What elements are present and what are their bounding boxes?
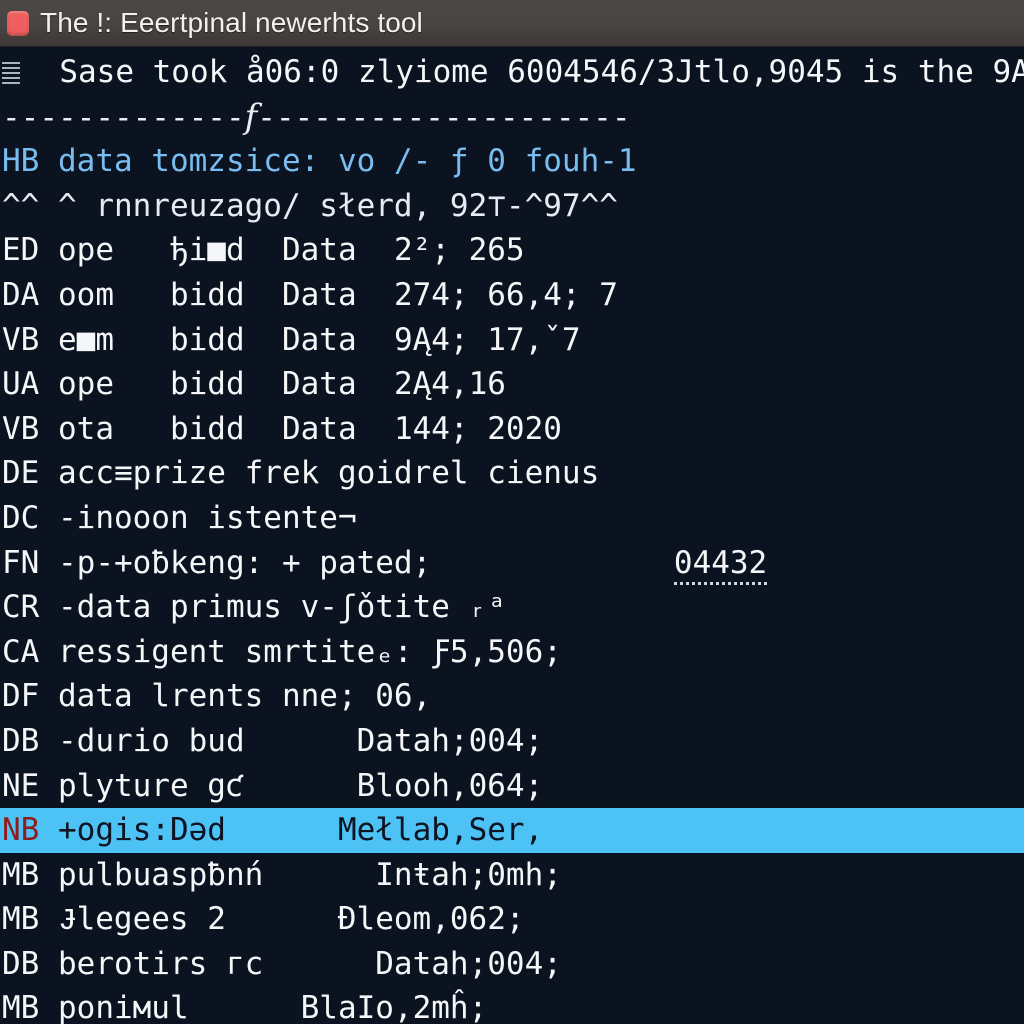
row-body: ota bidd Data bbox=[39, 410, 394, 447]
table-row[interactable]: MB pulbuaspƀnń Inŧah;0mh; bbox=[0, 853, 1024, 898]
table-row[interactable]: FN -p-+oƀkeng: + pated; 04432 bbox=[0, 541, 1024, 586]
table-row[interactable]: DC -inooon istente¬ bbox=[0, 496, 1024, 541]
table-row[interactable]: DF data lrents nne; 06, bbox=[0, 674, 1024, 719]
separator-row: -------------f-------------------- bbox=[0, 95, 1024, 140]
row-value: 004; bbox=[487, 945, 562, 982]
row-tag: VB bbox=[2, 410, 40, 447]
separator-mark: f bbox=[244, 96, 258, 137]
row-tag: ED bbox=[2, 232, 40, 269]
row-tag: FN bbox=[2, 544, 40, 581]
row-value: 064; bbox=[468, 767, 544, 804]
table-row[interactable]: MB Ɉlegees 2 Đleom,062; bbox=[0, 897, 1024, 942]
row-value: 144; 2020 bbox=[393, 410, 562, 447]
table-row[interactable]: DB berotirs гс Datah;004; bbox=[0, 942, 1024, 987]
row-tag: MB bbox=[2, 990, 40, 1024]
row-tag: VB bbox=[2, 321, 40, 358]
row-value: 04432 bbox=[673, 544, 768, 585]
row-body: e■m bidd Data bbox=[39, 321, 394, 358]
row-body: pulbuaspƀnń Inŧah; bbox=[39, 856, 488, 893]
row-body: data lrents nne; 06, bbox=[39, 678, 432, 715]
row-tag: UA bbox=[2, 366, 40, 403]
row-body: ope ђi■d Data bbox=[39, 232, 394, 269]
row-body: Ɉlegees 2 Đleom, bbox=[39, 901, 450, 938]
row-value: 9Ą4; 17,ˇ7 bbox=[393, 321, 581, 358]
row-value: 0mh; bbox=[487, 856, 562, 893]
row-tag: CA bbox=[2, 633, 40, 670]
table-row[interactable]: CA ressigent smrtiteₑ: Ƒ5,506; bbox=[0, 630, 1024, 675]
column-header-text: ^^ ^ rnnreuzago/ słerd, 92⊤-^97^^ bbox=[2, 187, 618, 224]
row-body: plyture gƈ Blooh, bbox=[39, 767, 469, 804]
table-row[interactable]: DB -durio bud Datah;004; bbox=[0, 719, 1024, 764]
table-row[interactable]: CR -data primus v-ʃǒtite ᵣᵃ bbox=[0, 585, 1024, 630]
glyph-artifact-icon bbox=[2, 62, 20, 86]
column-header-line-2: ^^ ^ rnnreuzago/ słerd, 92⊤-^97^^ bbox=[0, 184, 1024, 229]
terminal-output[interactable]: Sase took å06:0 zlyiome 6004546/3Jtlo,90… bbox=[0, 47, 1024, 1024]
column-header-line-1: HB data tomzsice: vo /- ƒ 0 fouh-1 bbox=[0, 139, 1024, 184]
window-title: The !: Eeertpinal newerhts tool bbox=[40, 7, 423, 38]
terminal-window: The !: Eeertpinal newerhts tool Sase too… bbox=[0, 0, 1024, 1024]
row-tag: DF bbox=[2, 678, 40, 715]
table-row[interactable]: NE plyture gƈ Blooh,064; bbox=[0, 764, 1024, 809]
row-value: 062; bbox=[449, 901, 525, 938]
row-tag: DA bbox=[2, 276, 40, 313]
separator-right: -------------------- bbox=[257, 99, 631, 136]
row-body: ressigent smrtiteₑ: Ƒ5,506; bbox=[39, 633, 562, 670]
terminal-status-line: Sase took å06:0 zlyiome 6004546/3Jtlo,90… bbox=[0, 50, 1024, 95]
table-row-selected[interactable]: NB +ogis:Dǝd Mełlab,Ser, bbox=[0, 808, 1024, 853]
row-body: -data primus v-ʃǒtite ᵣᵃ bbox=[39, 589, 506, 626]
row-tag: DB bbox=[2, 945, 40, 982]
row-value: 2mĥ; bbox=[412, 990, 488, 1024]
row-value: 2²; 265 bbox=[393, 232, 525, 269]
terminal-row-list: ED ope ђi■d Data 2²; 265 DA oom bidd Data… bbox=[0, 228, 1024, 1024]
row-body: berotirs гс Datah; bbox=[39, 945, 488, 982]
table-row[interactable]: DE acc≡prize frek goidrel cienus bbox=[0, 451, 1024, 496]
row-value: 2Ą4,16 bbox=[393, 366, 506, 403]
row-body: oom bidd Data bbox=[39, 276, 394, 313]
row-tag: CR bbox=[2, 589, 40, 626]
window-titlebar: The !: Eeertpinal newerhts tool bbox=[0, 0, 1024, 47]
row-body: acc≡prize frek goidrel cienus bbox=[39, 455, 600, 492]
row-value: 004; bbox=[468, 722, 544, 759]
status-line-text: Sase took å06:0 zlyiome 6004546/3Jtlo,90… bbox=[22, 54, 1024, 90]
row-tag: DB bbox=[2, 722, 40, 759]
row-body: ope bidd Data bbox=[39, 366, 394, 403]
row-body: -durio bud Datah; bbox=[39, 722, 469, 759]
table-row[interactable]: MB poniмul BlaІо,2mĥ; bbox=[0, 986, 1024, 1024]
row-body: +ogis:Dǝd Mełlab, bbox=[39, 812, 469, 849]
row-tag: MB bbox=[2, 856, 40, 893]
close-icon[interactable] bbox=[7, 10, 29, 36]
row-tag: NE bbox=[2, 767, 40, 804]
row-tag: MB bbox=[2, 901, 40, 938]
row-value: Ser, bbox=[468, 812, 544, 849]
separator-left: ------------- bbox=[2, 99, 245, 136]
table-row[interactable]: DA oom bidd Data 274; 66,4; 7 bbox=[0, 273, 1024, 318]
row-tag: NB bbox=[2, 812, 40, 849]
row-body: -p-+oƀkeng: + pated; bbox=[39, 544, 656, 581]
row-body: -inooon istente¬ bbox=[39, 499, 357, 536]
table-row[interactable]: VB ota bidd Data 144; 2020 bbox=[0, 407, 1024, 452]
row-gap bbox=[655, 545, 674, 581]
table-row[interactable]: VB e■m bidd Data 9Ą4; 17,ˇ7 bbox=[0, 318, 1024, 363]
row-tag: DC bbox=[2, 499, 40, 536]
table-row[interactable]: ED ope ђi■d Data 2²; 265 bbox=[0, 228, 1024, 273]
row-value: 274; 66,4; 7 bbox=[393, 276, 618, 313]
table-row[interactable]: UA ope bidd Data 2Ą4,16 bbox=[0, 362, 1024, 407]
row-tag: DE bbox=[2, 455, 40, 492]
column-header-text: HB data tomzsice: vo /- ƒ 0 fouh-1 bbox=[2, 143, 637, 180]
row-body: poniмul BlaІо, bbox=[39, 990, 413, 1024]
